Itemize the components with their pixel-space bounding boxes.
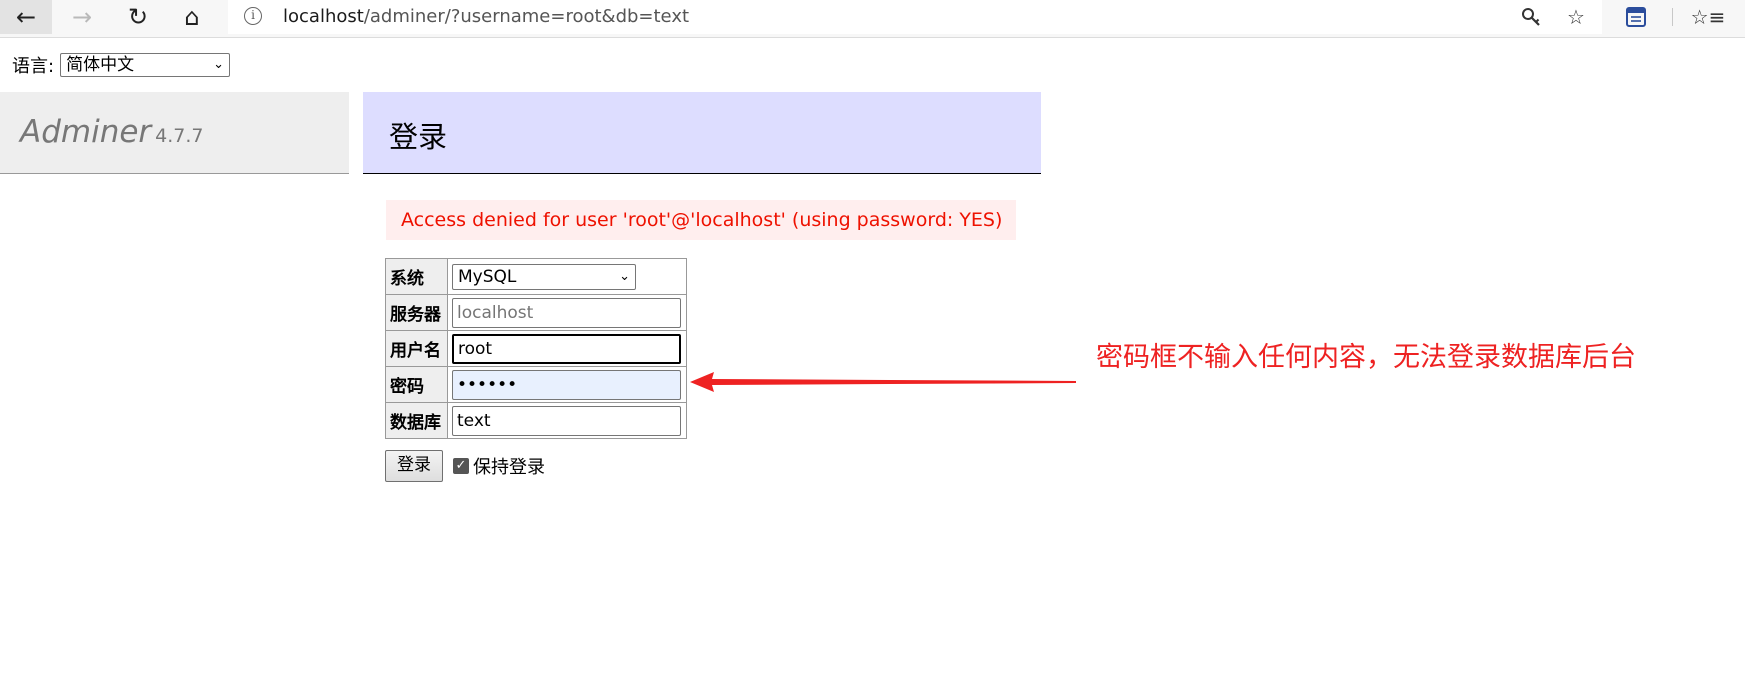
- username-label: 用户名: [385, 330, 448, 367]
- brand-name: Adminer: [20, 114, 152, 150]
- collections-icon[interactable]: [1623, 4, 1649, 30]
- error-message: Access denied for user 'root'@'localhost…: [386, 200, 1016, 240]
- form-row-server: 服务器 localhost: [385, 294, 687, 331]
- form-row-system: 系统 MySQL ⌄: [385, 258, 687, 295]
- username-input[interactable]: root: [452, 333, 681, 364]
- adminer-logo[interactable]: Adminer 4.7.7: [20, 114, 204, 150]
- password-label: 密码: [385, 366, 448, 403]
- remember-login[interactable]: ✓ 保持登录: [453, 453, 545, 479]
- system-select-value: MySQL: [458, 266, 517, 287]
- password-input[interactable]: ••••••: [452, 369, 681, 400]
- login-button[interactable]: 登录: [385, 450, 443, 482]
- favorites-list-icon[interactable]: ☆≡: [1691, 4, 1726, 30]
- sidebar-header: Adminer 4.7.7: [0, 92, 349, 174]
- system-label: 系统: [385, 258, 448, 295]
- address-url[interactable]: localhost/adminer/?username=root&db=text: [283, 6, 689, 27]
- chevron-down-icon: ⌄: [619, 268, 630, 284]
- server-input[interactable]: localhost: [452, 297, 681, 328]
- language-select-value: 简体中文: [66, 55, 135, 75]
- annotation-text: 密码框不输入任何内容，无法登录数据库后台: [1096, 342, 1636, 373]
- chevron-down-icon: ⌄: [213, 57, 225, 72]
- info-icon[interactable]: i: [244, 7, 262, 25]
- form-row-username: 用户名 root: [385, 330, 687, 367]
- home-icon[interactable]: ⌂: [166, 0, 218, 34]
- page-title: 登录: [389, 120, 448, 154]
- brand-version: 4.7.7: [155, 125, 204, 147]
- form-row-password: 密码 ••••••: [385, 366, 687, 403]
- browser-toolbar: ← → ↻ ⌂ i localhost/adminer/?username=ro…: [0, 0, 1745, 38]
- server-label: 服务器: [385, 294, 448, 331]
- address-bar[interactable]: i localhost/adminer/?username=root&db=te…: [228, 0, 1602, 34]
- database-label: 数据库: [385, 402, 448, 439]
- content-header: 登录: [363, 92, 1041, 174]
- form-row-database: 数据库 text: [385, 402, 687, 439]
- language-label: 语言:: [12, 56, 55, 77]
- key-icon[interactable]: [1518, 4, 1544, 30]
- annotation-arrow: [690, 372, 1076, 392]
- forward-icon[interactable]: →: [56, 0, 108, 34]
- system-select[interactable]: MySQL ⌄: [452, 263, 636, 290]
- refresh-icon[interactable]: ↻: [112, 0, 164, 34]
- language-select[interactable]: 简体中文 ⌄: [60, 53, 231, 77]
- back-icon[interactable]: ←: [0, 0, 52, 34]
- toolbar-separator: [1672, 8, 1673, 26]
- remember-checkbox[interactable]: ✓: [453, 458, 469, 474]
- remember-label: 保持登录: [473, 457, 545, 478]
- favorite-star-icon[interactable]: ☆: [1563, 4, 1589, 30]
- database-input[interactable]: text: [452, 405, 681, 436]
- language-row: 语言: 简体中文 ⌄: [12, 52, 231, 78]
- login-form: 系统 MySQL ⌄ 服务器 localhost 用户名 root 密码 •••…: [385, 258, 687, 439]
